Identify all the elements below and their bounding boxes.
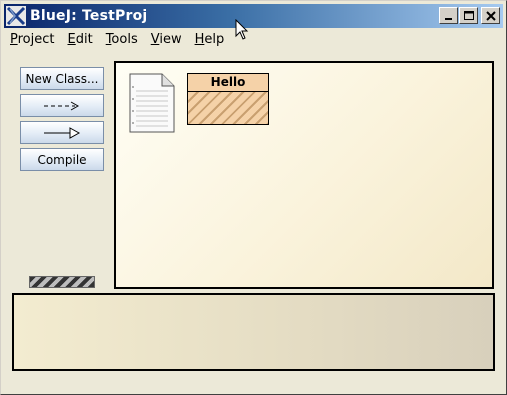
menu-edit[interactable]: Edit <box>62 32 100 47</box>
mouse-cursor-icon <box>235 19 249 40</box>
activity-indicator <box>29 276 95 288</box>
compile-button[interactable]: Compile <box>20 148 104 171</box>
menu-view[interactable]: View <box>145 32 189 47</box>
maximize-button[interactable] <box>459 7 478 24</box>
solid-inheritance-arrow-icon <box>44 126 81 139</box>
menu-help[interactable]: Help <box>189 32 232 47</box>
uses-arrow-button[interactable] <box>20 94 104 117</box>
maximize-icon <box>463 10 474 20</box>
menu-bar: Project Edit Tools View Help <box>4 29 503 49</box>
menu-project[interactable]: Project <box>4 32 62 47</box>
title-bar[interactable]: BlueJ: TestProj <box>4 4 503 28</box>
minimize-icon <box>444 17 452 20</box>
class-diagram-canvas[interactable]: Hello <box>114 61 494 289</box>
inheritance-arrow-button[interactable] <box>20 121 104 144</box>
menu-tools[interactable]: Tools <box>100 32 145 47</box>
class-uncompiled-hatch <box>188 92 268 124</box>
close-icon <box>485 10 496 21</box>
close-button[interactable] <box>481 7 500 24</box>
readme-document-icon[interactable] <box>128 73 176 133</box>
dashed-uses-arrow-icon <box>44 101 80 110</box>
bluej-window: BlueJ: TestProj Project Edit Tools View … <box>0 0 507 395</box>
class-name: Hello <box>188 74 268 92</box>
status-bar <box>4 374 503 392</box>
minimize-button[interactable] <box>439 7 458 24</box>
window-title: BlueJ: TestProj <box>30 8 148 24</box>
bluej-app-icon <box>6 6 26 26</box>
class-hello[interactable]: Hello <box>187 73 269 125</box>
new-class-label: New Class... <box>25 71 99 86</box>
object-bench[interactable] <box>12 293 495 371</box>
new-class-button[interactable]: New Class... <box>20 67 104 90</box>
compile-label: Compile <box>37 152 87 167</box>
